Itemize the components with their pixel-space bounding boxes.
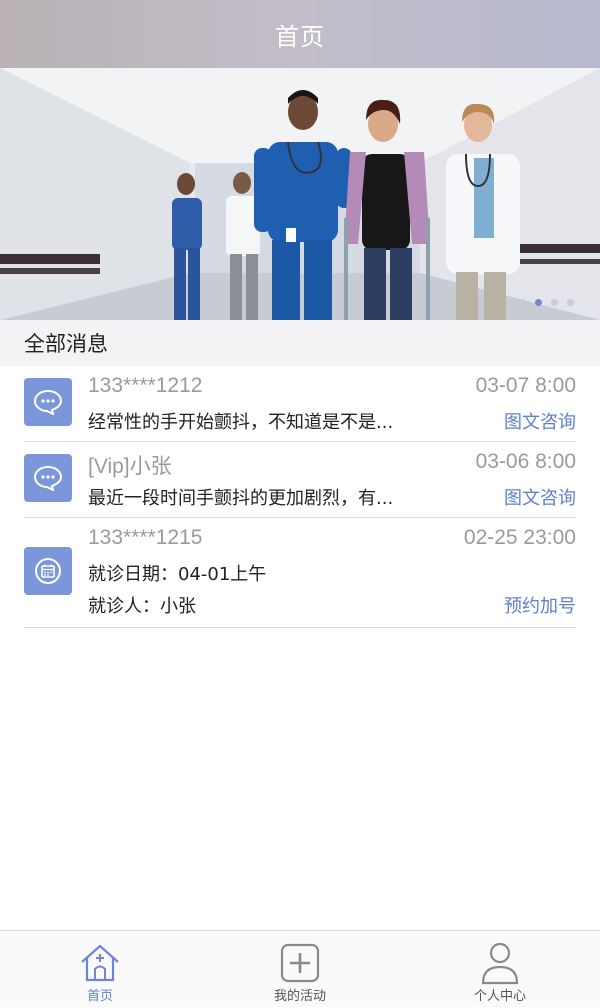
tab-profile[interactable]: 个人中心 bbox=[400, 931, 600, 1008]
user-icon bbox=[479, 941, 521, 985]
message-time: 02-25 23:00 bbox=[463, 526, 576, 549]
tab-my-activities[interactable]: 我的活动 bbox=[200, 931, 400, 1008]
carousel-indicator bbox=[519, 299, 574, 306]
message-item[interactable]: 133****1212 03-07 8:00 经常性的手开始颤抖，不知道是不是.… bbox=[24, 366, 576, 442]
message-item[interactable]: 133****1215 02-25 23:00 就诊日期：04-01上午 就诊人… bbox=[24, 518, 576, 628]
sender-name: 133****1215 bbox=[88, 526, 203, 549]
message-preview: 最近一段时间手颤抖的更加剧烈，有... bbox=[88, 488, 394, 509]
consult-type-label: 图文咨询 bbox=[504, 412, 576, 433]
tab-home[interactable]: 首页 bbox=[0, 931, 200, 1008]
message-time: 03-07 8:00 bbox=[475, 374, 576, 397]
appointment-patient: 就诊人：小张 bbox=[88, 596, 196, 617]
calendar-icon bbox=[24, 547, 72, 595]
consult-type-label: 预约加号 bbox=[504, 596, 576, 617]
banner-image bbox=[0, 68, 600, 320]
message-item[interactable]: [Vip]小张 03-06 8:00 最近一段时间手颤抖的更加剧烈，有... 图… bbox=[24, 442, 576, 518]
carousel-dot[interactable] bbox=[519, 299, 526, 306]
tab-label: 个人中心 bbox=[473, 989, 526, 1004]
tab-label: 我的活动 bbox=[273, 989, 326, 1004]
carousel-dot[interactable] bbox=[567, 299, 574, 306]
banner-carousel[interactable] bbox=[0, 68, 600, 320]
sender-name: [Vip]小张 bbox=[88, 455, 172, 478]
sender-name: 133****1212 bbox=[88, 374, 203, 397]
section-title: 全部消息 bbox=[24, 332, 108, 356]
chat-bubble-icon bbox=[24, 378, 72, 426]
chat-bubble-icon bbox=[24, 454, 72, 502]
message-preview: 经常性的手开始颤抖，不知道是不是... bbox=[88, 412, 394, 433]
appointment-date: 就诊日期：04-01上午 bbox=[88, 564, 267, 585]
bottom-tab-bar: 首页 我的活动 个人中心 bbox=[0, 930, 600, 1007]
message-time: 03-06 8:00 bbox=[475, 450, 576, 473]
home-icon bbox=[79, 941, 121, 985]
section-header: 全部消息 bbox=[0, 320, 600, 366]
plus-box-icon bbox=[279, 941, 321, 985]
top-nav-bar: 首页 bbox=[0, 0, 600, 68]
carousel-dot-active[interactable] bbox=[535, 299, 542, 306]
page-title: 首页 bbox=[275, 22, 325, 51]
consult-type-label: 图文咨询 bbox=[504, 488, 576, 509]
carousel-dot[interactable] bbox=[551, 299, 558, 306]
tab-label: 首页 bbox=[86, 989, 113, 1004]
